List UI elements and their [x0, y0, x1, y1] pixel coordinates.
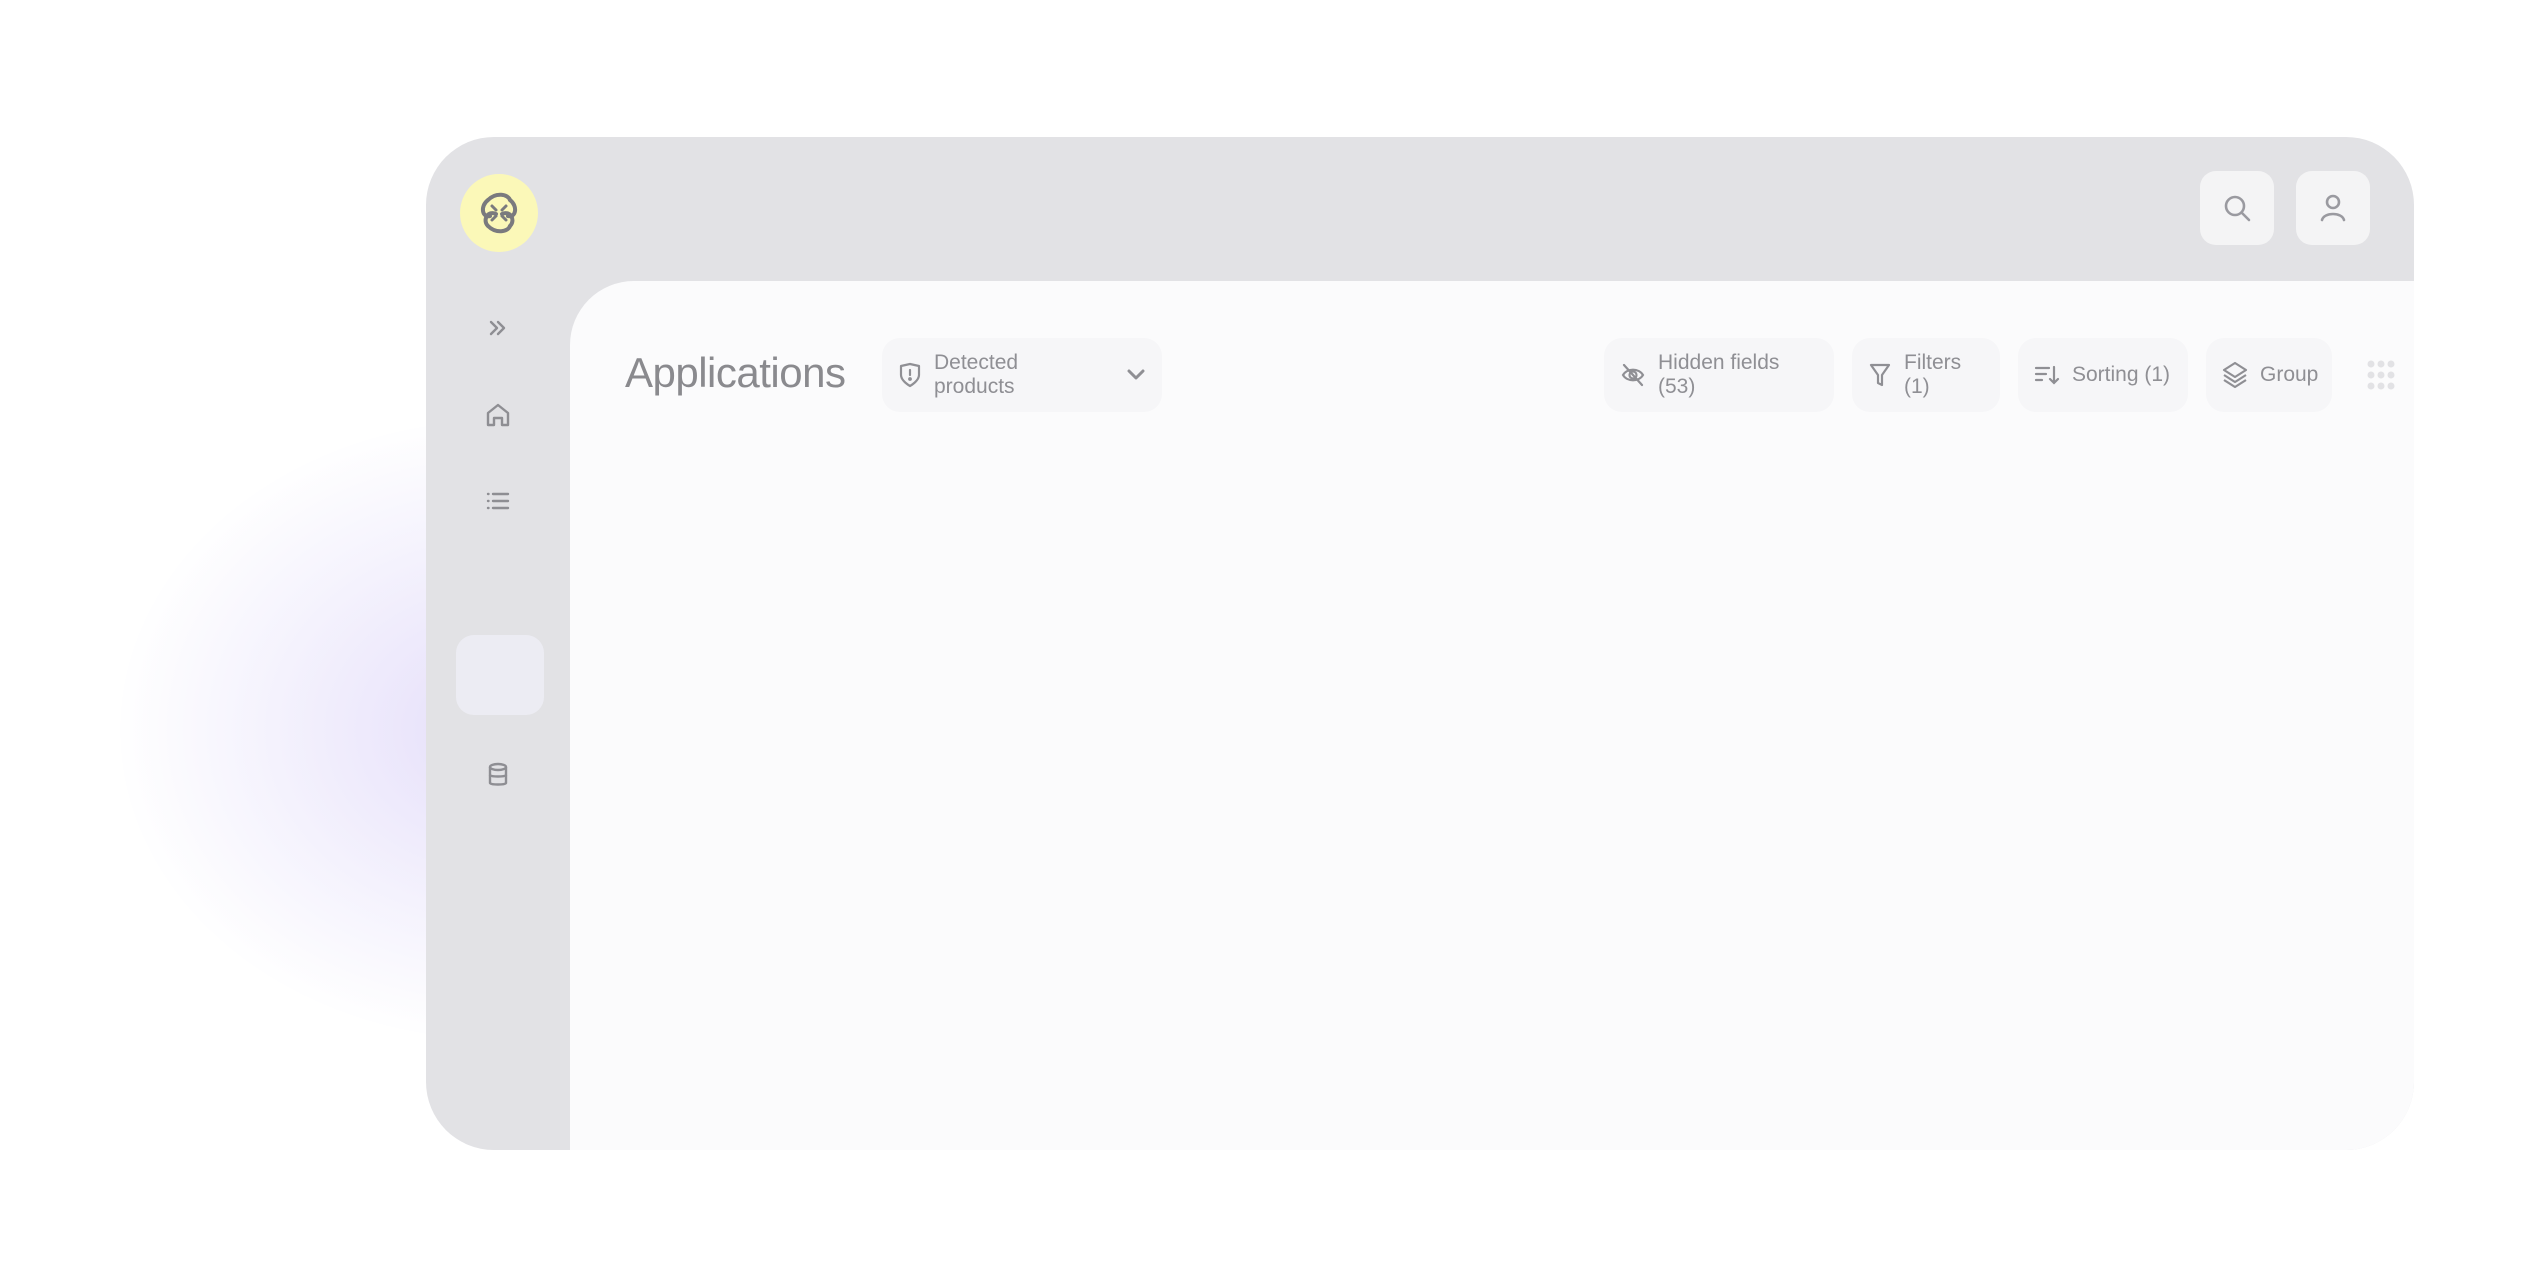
group-label: Group	[2260, 363, 2319, 386]
grid-view-button[interactable]	[2366, 359, 2396, 396]
home-icon	[486, 403, 510, 427]
filter-icon	[1869, 363, 1891, 387]
sidebar-item-list[interactable]	[476, 479, 520, 523]
logo-icon	[481, 192, 517, 234]
app-window: Applications Detected products Hidden fi…	[426, 137, 2414, 1150]
sorting-label: Sorting (1)	[2072, 363, 2171, 386]
view-selector-label: Detected products	[934, 351, 1019, 398]
database-icon	[488, 762, 508, 786]
search-icon	[2224, 195, 2251, 222]
group-button[interactable]: Group	[2206, 338, 2332, 412]
layers-icon	[2222, 361, 2248, 389]
profile-button[interactable]	[2296, 171, 2370, 245]
sidebar-item-home[interactable]	[476, 393, 520, 437]
shield-alert-icon	[899, 362, 921, 388]
list-icon	[486, 492, 510, 510]
grid-dots-icon	[2367, 360, 2395, 390]
eye-off-icon	[1621, 363, 1645, 387]
search-button[interactable]	[2200, 171, 2274, 245]
sidebar-item-selected[interactable]	[456, 635, 544, 715]
hidden-fields-button[interactable]: Hidden fields (53)	[1604, 338, 1834, 412]
sorting-button[interactable]: Sorting (1)	[2018, 338, 2188, 412]
chevron-down-icon	[1127, 369, 1145, 380]
view-selector[interactable]: Detected products	[882, 338, 1162, 412]
sidebar-item-database[interactable]	[476, 753, 520, 797]
chevrons-right-icon	[489, 320, 506, 336]
page-title: Applications	[625, 349, 846, 396]
main-panel: Applications Detected products Hidden fi…	[570, 281, 2414, 1150]
sidebar-item-expand[interactable]	[476, 306, 520, 350]
sort-icon	[2034, 365, 2060, 385]
filters-button[interactable]: Filters (1)	[1852, 338, 2000, 412]
filters-label: Filters (1)	[1904, 351, 1962, 398]
app-logo[interactable]	[460, 174, 538, 252]
hidden-fields-label: Hidden fields (53)	[1658, 351, 1780, 398]
user-icon	[2320, 194, 2346, 222]
